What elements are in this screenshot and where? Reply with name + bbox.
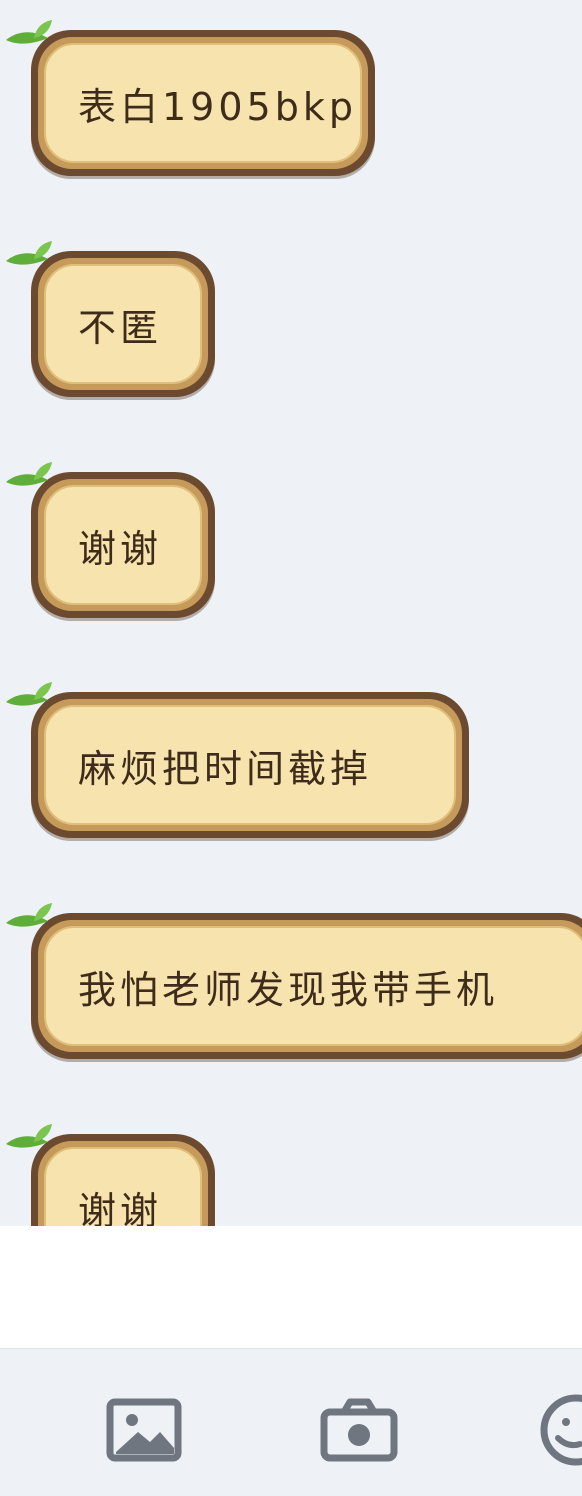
message-text: 我怕老师发现我带手机	[78, 967, 499, 1012]
message-bubble[interactable]: 我怕老师发现我带手机	[31, 913, 582, 1059]
message-text: 谢谢	[78, 526, 163, 571]
leaf-icon	[6, 462, 52, 486]
message-text: 麻烦把时间截掉	[78, 746, 373, 791]
leaf-icon	[6, 241, 52, 265]
input-toolbar	[0, 1349, 582, 1496]
message-bubble[interactable]: 表白1905bkp	[31, 30, 375, 176]
message-bubble[interactable]: 不匿	[31, 251, 215, 397]
leaf-icon	[6, 682, 52, 706]
leaf-icon	[6, 903, 52, 927]
bubble-frame: 不匿	[38, 258, 208, 390]
image-icon[interactable]	[106, 1398, 182, 1462]
bubble-body: 不匿	[44, 264, 202, 384]
leaf-icon	[6, 20, 52, 44]
leaf-icon	[6, 1124, 52, 1148]
message-input[interactable]	[0, 1226, 582, 1349]
emoji-icon[interactable]	[536, 1394, 582, 1466]
message-text: 不匿	[78, 305, 163, 350]
bubble-frame: 表白1905bkp	[38, 37, 368, 169]
message-text: 谢谢	[78, 1188, 163, 1227]
message-text: 表白1905bkp	[78, 84, 357, 129]
bubble-body: 谢谢	[44, 485, 202, 605]
bubble-frame: 谢谢	[38, 1141, 208, 1226]
message-bubble[interactable]: 谢谢	[31, 1134, 215, 1226]
message-bubble[interactable]: 麻烦把时间截掉	[31, 692, 469, 838]
bubble-frame: 我怕老师发现我带手机	[38, 920, 582, 1052]
bubble-body: 我怕老师发现我带手机	[44, 926, 582, 1046]
bubble-frame: 麻烦把时间截掉	[38, 699, 462, 831]
bubble-body: 麻烦把时间截掉	[44, 705, 456, 825]
bubble-body: 谢谢	[44, 1147, 202, 1226]
bubble-body: 表白1905bkp	[44, 43, 362, 163]
bubble-frame: 谢谢	[38, 479, 208, 611]
camera-icon[interactable]	[320, 1398, 398, 1462]
chat-message-list[interactable]: 表白1905bkp 不匿 谢谢 麻烦把时间截掉 我怕老师发现我带手机 谢谢	[0, 0, 582, 1226]
message-bubble[interactable]: 谢谢	[31, 472, 215, 618]
